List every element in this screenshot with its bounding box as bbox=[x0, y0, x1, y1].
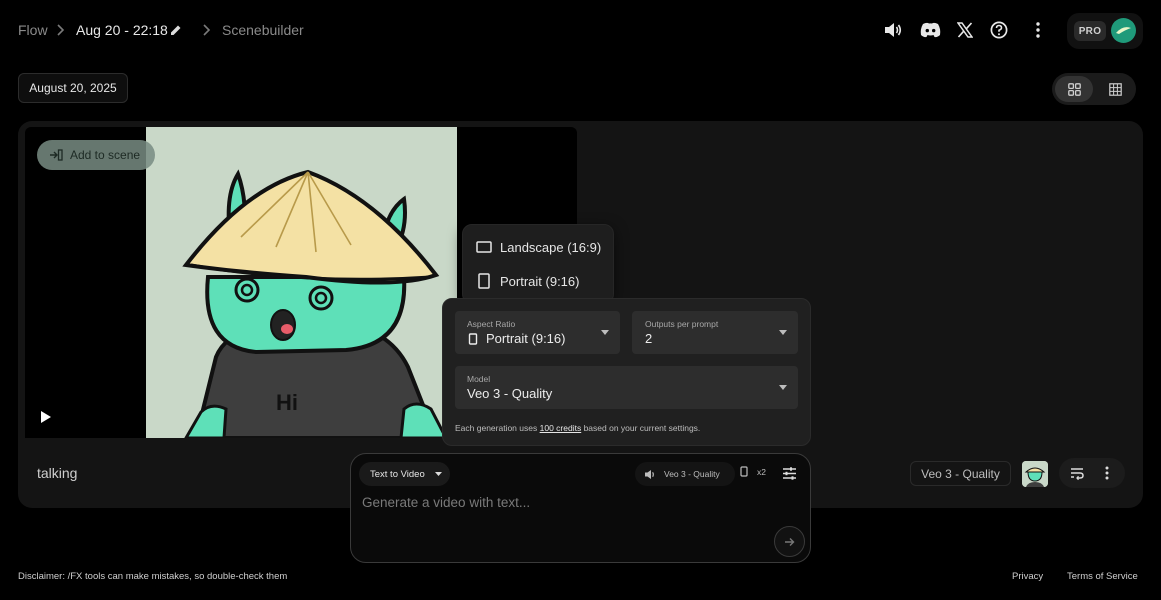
add-to-scene-label: Add to scene bbox=[70, 148, 141, 162]
chevron-right-icon bbox=[55, 24, 65, 36]
more-vert-icon[interactable] bbox=[1099, 465, 1115, 481]
outputs-value: 2 bbox=[645, 331, 653, 346]
add-to-scene-icon bbox=[49, 149, 63, 161]
more-vert-icon[interactable] bbox=[1027, 19, 1049, 41]
terms-link[interactable]: Terms of Service bbox=[1067, 571, 1138, 582]
model-chip[interactable]: Veo 3 - Quality bbox=[635, 462, 735, 486]
arrow-right-icon bbox=[784, 537, 795, 547]
reuse-prompt-icon[interactable] bbox=[1069, 465, 1085, 481]
credits-note-suffix: based on your current settings. bbox=[583, 423, 701, 433]
disclaimer-text: Disclaimer: /FX tools can make mistakes,… bbox=[18, 571, 288, 582]
help-icon[interactable] bbox=[988, 19, 1010, 41]
clip-caption: talking bbox=[37, 465, 78, 481]
mode-select[interactable]: Text to Video bbox=[359, 462, 450, 486]
caret-down-icon bbox=[434, 472, 442, 476]
portrait-icon bbox=[468, 332, 478, 345]
caret-down-icon bbox=[779, 385, 787, 390]
menu-item-landscape[interactable]: Landscape (16:9) bbox=[476, 237, 601, 257]
edit-icon[interactable] bbox=[170, 24, 182, 36]
aspect-ratio-value: Portrait (9:16) bbox=[486, 331, 566, 346]
breadcrumb-flow[interactable]: Flow bbox=[18, 22, 48, 38]
discord-icon[interactable] bbox=[919, 19, 941, 41]
portrait-icon bbox=[476, 273, 492, 289]
date-filter-button[interactable]: August 20, 2025 bbox=[18, 73, 128, 103]
grid-view-icon bbox=[1067, 82, 1081, 96]
table-view-button[interactable] bbox=[1096, 76, 1134, 102]
volume-icon[interactable] bbox=[882, 19, 904, 41]
menu-item-label: Portrait (9:16) bbox=[500, 273, 580, 289]
clip-thumbnail[interactable] bbox=[1022, 461, 1048, 487]
portrait-icon bbox=[740, 466, 748, 477]
credits-link[interactable]: 100 credits bbox=[540, 423, 582, 433]
menu-item-portrait[interactable]: Portrait (9:16) bbox=[476, 271, 579, 291]
privacy-link[interactable]: Privacy bbox=[1012, 571, 1043, 582]
caret-down-icon bbox=[779, 330, 787, 335]
aspect-ratio-value-wrap: Portrait (9:16) bbox=[468, 331, 565, 346]
outputs-select[interactable] bbox=[632, 311, 798, 354]
add-to-scene-button[interactable]: Add to scene bbox=[37, 140, 155, 170]
model-value: Veo 3 - Quality bbox=[467, 386, 553, 401]
video-frame-image: Hi bbox=[146, 127, 457, 438]
caret-down-icon bbox=[601, 330, 609, 335]
mode-label: Text to Video bbox=[370, 468, 425, 480]
credits-note: Each generation uses 100 credits based o… bbox=[455, 423, 700, 433]
x-icon[interactable] bbox=[954, 19, 976, 41]
send-button[interactable] bbox=[774, 526, 805, 557]
grid-view-button[interactable] bbox=[1055, 76, 1093, 102]
aspect-ratio-label: Aspect Ratio bbox=[467, 319, 516, 329]
pro-badge: PRO bbox=[1074, 21, 1106, 41]
clip-model-badge: Veo 3 - Quality bbox=[910, 461, 1011, 486]
settings-tune-icon[interactable] bbox=[782, 466, 797, 481]
model-label: Model bbox=[467, 374, 491, 384]
outputs-label: Outputs per prompt bbox=[645, 319, 719, 329]
model-chip-label: Veo 3 - Quality bbox=[664, 469, 720, 479]
aspect-ratio-menu bbox=[462, 224, 614, 304]
table-view-icon bbox=[1108, 82, 1122, 96]
play-icon[interactable] bbox=[38, 408, 54, 426]
outputs-chip-label: x2 bbox=[757, 466, 766, 477]
shirt-text: Hi bbox=[276, 390, 298, 415]
ratio-outputs-chip[interactable]: x2 bbox=[740, 466, 766, 477]
credits-note-prefix: Each generation uses bbox=[455, 423, 538, 433]
avatar[interactable] bbox=[1111, 18, 1136, 43]
menu-item-label: Landscape (16:9) bbox=[500, 239, 602, 255]
prompt-input[interactable] bbox=[362, 495, 762, 510]
volume-icon bbox=[644, 469, 656, 480]
breadcrumb-project-title[interactable]: Aug 20 - 22:18 bbox=[76, 22, 168, 38]
landscape-icon bbox=[476, 241, 492, 253]
chevron-right-icon bbox=[201, 24, 211, 36]
breadcrumb-scenebuilder[interactable]: Scenebuilder bbox=[222, 22, 304, 38]
